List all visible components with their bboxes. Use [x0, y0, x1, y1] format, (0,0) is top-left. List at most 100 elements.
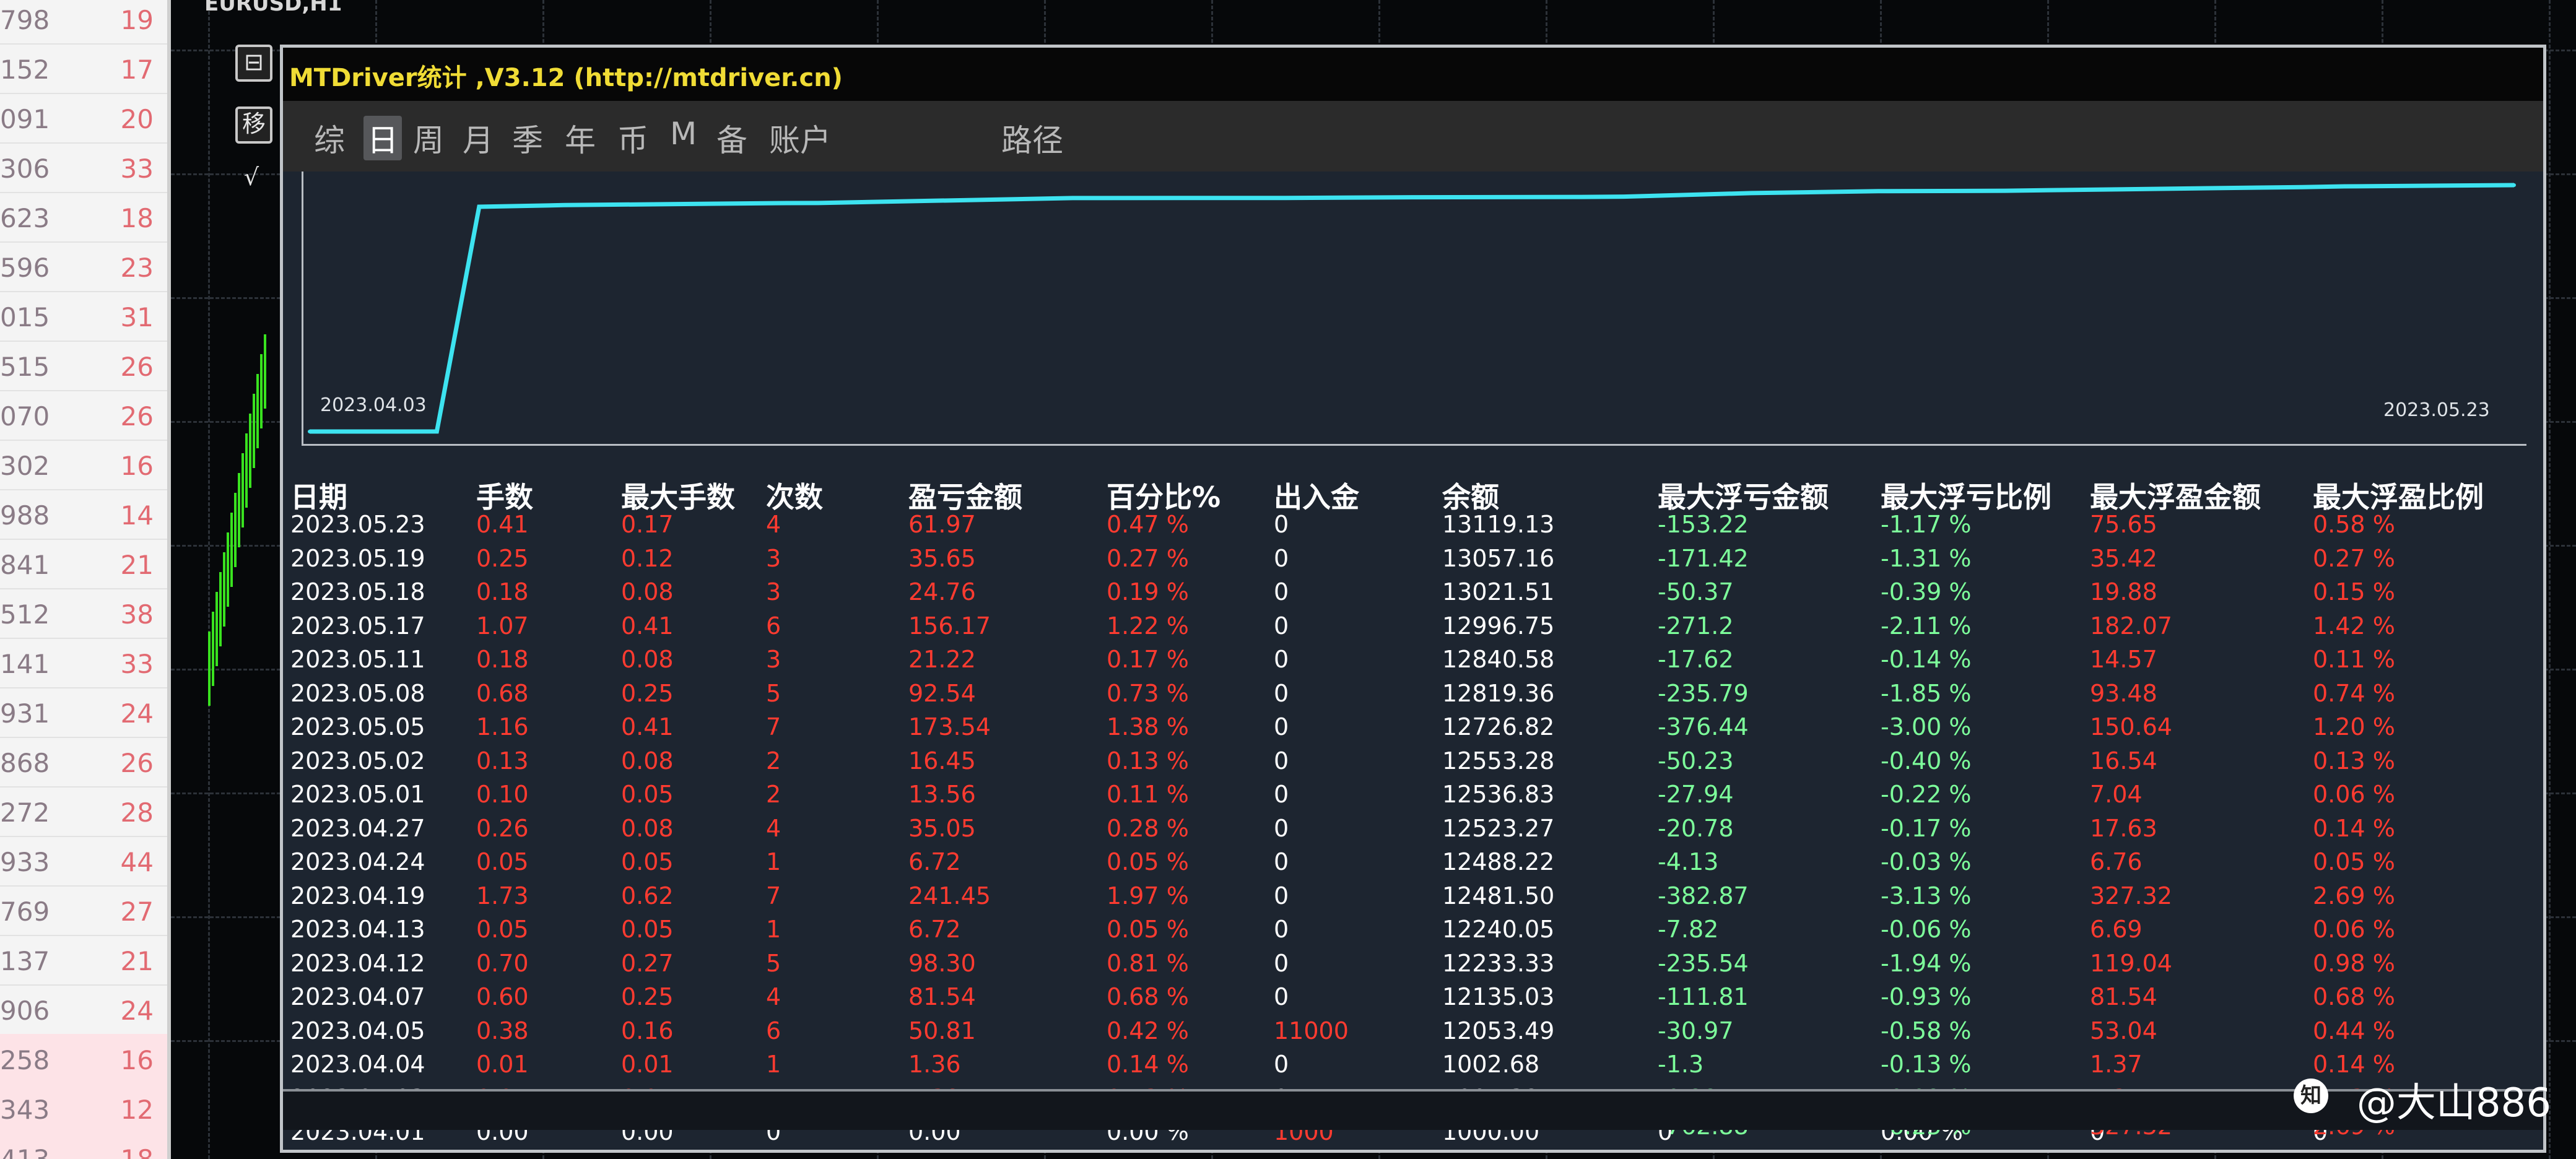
candle	[215, 592, 218, 666]
watchlist-row[interactable]: 988 14	[0, 489, 167, 540]
watchlist-row[interactable]: 272 28	[0, 786, 167, 837]
table-cell: 0	[1274, 916, 1289, 943]
table-cell: -1.85 %	[1881, 679, 1972, 707]
balance-point	[435, 429, 439, 433]
table-cell: 0.25	[621, 679, 674, 707]
table-cell: 16.45	[908, 747, 976, 775]
table-cell: -1.94 %	[1881, 949, 1972, 977]
tab-5[interactable]: 年	[565, 116, 596, 160]
watchlist-row[interactable]: 302 16	[0, 440, 167, 490]
watchlist-price: 258	[0, 1045, 50, 1075]
tab-2[interactable]: 周	[413, 116, 444, 160]
table-cell: 2023.04.24	[290, 848, 425, 875]
column-header: 最大浮亏金额	[1658, 480, 1829, 514]
table-cell: 24.76	[908, 578, 976, 606]
table-cell: 0.05	[476, 916, 529, 943]
watchlist-row[interactable]: 623 18	[0, 192, 167, 243]
watchlist-row[interactable]: 512 38	[0, 588, 167, 639]
table-cell: 2023.05.23	[290, 511, 425, 538]
watchlist-price: 015	[0, 302, 50, 332]
balance-point	[1282, 196, 1287, 200]
watchlist-spread: 26	[120, 401, 154, 432]
watchlist-price: 798	[0, 5, 50, 35]
candle	[238, 473, 240, 547]
table-cell: 2023.05.11	[290, 646, 425, 673]
table-cell: 2023.04.13	[290, 916, 425, 943]
table-cell: -3.13 %	[1881, 882, 1972, 909]
table-cell: 1002.68	[1442, 1051, 1540, 1078]
market-watch-list: 798 19 152 17 091 20 306 33 623 18 596 23 015 31 515 26…	[0, 0, 171, 1159]
watchlist-row[interactable]: 931 24	[0, 687, 167, 738]
candle	[212, 612, 214, 686]
watchlist-price: 070	[0, 401, 50, 432]
column-header: 出入金	[1274, 480, 1359, 514]
table-footer	[283, 1089, 2543, 1130]
watchlist-spread: 26	[120, 352, 154, 382]
table-cell: -50.37	[1658, 578, 1734, 606]
table-cell: -3.00 %	[1881, 713, 1972, 740]
watchlist-spread: 21	[120, 946, 154, 976]
balance-point	[2258, 186, 2262, 190]
watchlist-row[interactable]: 306 33	[0, 142, 167, 193]
watchlist-row[interactable]: 152 17	[0, 43, 167, 94]
tab-9[interactable]: 账户	[769, 116, 831, 160]
candlestick-series	[208, 334, 266, 706]
watchlist-row[interactable]: 343 12	[0, 1083, 167, 1134]
watchlist-price: 343	[0, 1095, 50, 1125]
balance-point	[1749, 191, 1753, 195]
table-cell: 11000	[1274, 1017, 1349, 1044]
table-cell: 2023.05.08	[290, 679, 425, 707]
tab-4[interactable]: 季	[512, 116, 543, 160]
watchlist-row[interactable]: 141 33	[0, 638, 167, 688]
column-header: 百分比%	[1107, 480, 1221, 514]
minimize-icon[interactable]: ⊟	[235, 45, 272, 82]
table-cell: 12996.75	[1442, 612, 1555, 640]
checkmark-icon[interactable]: √	[235, 162, 268, 194]
table-cell: 1.38 %	[1107, 713, 1189, 740]
watchlist-row[interactable]: 258 16	[0, 1034, 167, 1085]
balance-point	[1410, 195, 1414, 199]
balance-point	[2003, 189, 2008, 193]
watchlist-row[interactable]: 798 19	[0, 0, 167, 45]
watchlist-spread: 16	[120, 451, 154, 481]
watchlist-row[interactable]: 596 23	[0, 241, 167, 292]
candle	[242, 453, 244, 527]
watchlist-spread: 16	[120, 1045, 154, 1075]
watchlist-price: 512	[0, 599, 50, 630]
table-cell: 0.17 %	[1107, 646, 1189, 673]
watchlist-price: 933	[0, 847, 50, 877]
table-cell: -0.17 %	[1881, 814, 1972, 842]
watchlist-row[interactable]: 413 18	[0, 1133, 167, 1159]
panel-titlebar[interactable]: MTDriver统计 ,V3.12 (http://mtdriver.cn)	[283, 48, 2543, 101]
table-cell: 0.06 %	[2313, 781, 2395, 808]
table-cell: 3	[766, 578, 781, 606]
watchlist-row[interactable]: 769 27	[0, 885, 167, 936]
watchlist-row[interactable]: 015 31	[0, 291, 167, 342]
tab-6[interactable]: 币	[617, 116, 648, 160]
table-cell: 92.54	[908, 679, 976, 707]
table-cell: 6	[766, 1017, 781, 1044]
watchlist-row[interactable]: 906 24	[0, 984, 167, 1035]
watchlist-row[interactable]: 933 44	[0, 836, 167, 887]
column-header: 手数	[476, 480, 533, 514]
move-icon[interactable]: 移	[235, 106, 272, 144]
tab-3[interactable]: 月	[463, 116, 494, 160]
watchlist-row[interactable]: 137 21	[0, 935, 167, 986]
table-cell: 1	[766, 1051, 781, 1078]
watchlist-row[interactable]: 841 21	[0, 539, 167, 589]
table-cell: 0.11 %	[2313, 646, 2395, 673]
table-cell: -0.14 %	[1881, 646, 1972, 673]
tab-10[interactable]: 路径	[1001, 116, 1063, 160]
watchlist-row[interactable]: 868 26	[0, 737, 167, 788]
tab-1[interactable]: 日	[363, 116, 402, 160]
table-cell: 0.41	[476, 511, 529, 538]
tab-7[interactable]: M	[670, 116, 697, 152]
tab-0[interactable]: 综	[314, 116, 345, 160]
watchlist-row[interactable]: 515 26	[0, 341, 167, 391]
table-cell: -0.39 %	[1881, 578, 1972, 606]
table-cell: -4.13	[1658, 848, 1719, 875]
watchlist-row[interactable]: 070 26	[0, 390, 167, 441]
balance-point	[562, 203, 566, 207]
watchlist-row[interactable]: 091 20	[0, 93, 167, 144]
tab-8[interactable]: 备	[716, 116, 747, 160]
